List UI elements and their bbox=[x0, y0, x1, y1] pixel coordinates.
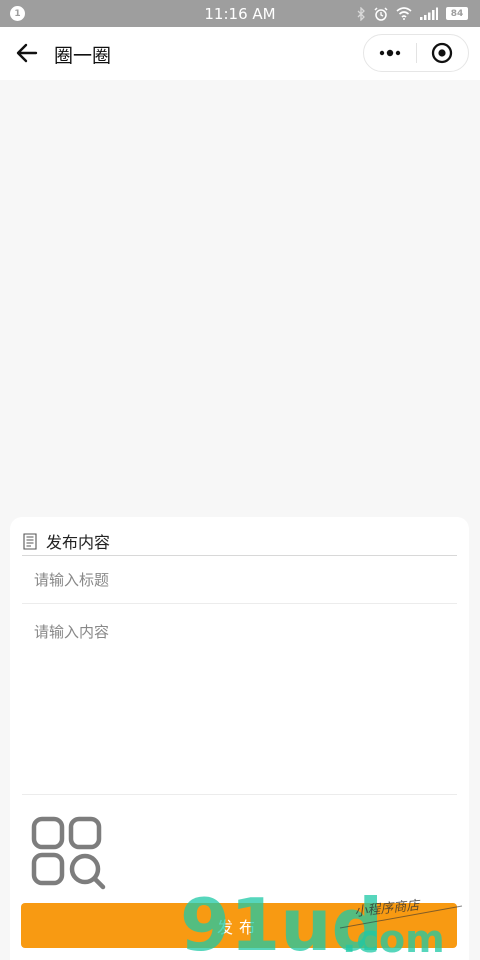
back-button[interactable] bbox=[14, 40, 40, 66]
nav-bar: 圈一圈 bbox=[0, 27, 480, 80]
capsule-menu bbox=[363, 34, 469, 72]
publish-button[interactable]: 发布 bbox=[21, 903, 457, 948]
document-icon bbox=[23, 532, 37, 550]
status-time: 11:16 AM bbox=[204, 4, 276, 23]
close-miniprogram-button[interactable] bbox=[416, 35, 468, 71]
bluetooth-icon bbox=[357, 6, 365, 21]
publish-card: 发布内容 bbox=[10, 517, 469, 960]
image-gallery-icon bbox=[31, 816, 106, 890]
notification-badge: 1 bbox=[10, 6, 25, 21]
more-button[interactable] bbox=[364, 35, 416, 71]
status-bar: 1 11:16 AM 84 bbox=[0, 0, 480, 27]
arrow-left-icon bbox=[16, 43, 38, 63]
target-circle-icon bbox=[432, 42, 453, 64]
battery-icon: 84 bbox=[446, 7, 468, 20]
section-header: 发布内容 bbox=[22, 527, 457, 556]
content-input[interactable] bbox=[22, 605, 457, 795]
wifi-icon bbox=[396, 7, 412, 20]
status-icons: 84 bbox=[356, 4, 468, 23]
title-input[interactable] bbox=[22, 557, 457, 604]
page-title: 圈一圈 bbox=[54, 45, 112, 67]
signal-icon bbox=[420, 7, 438, 20]
section-title: 发布内容 bbox=[46, 533, 111, 552]
alarm-icon bbox=[374, 6, 388, 21]
more-dots-icon bbox=[379, 49, 400, 57]
image-picker-button[interactable] bbox=[30, 815, 108, 893]
